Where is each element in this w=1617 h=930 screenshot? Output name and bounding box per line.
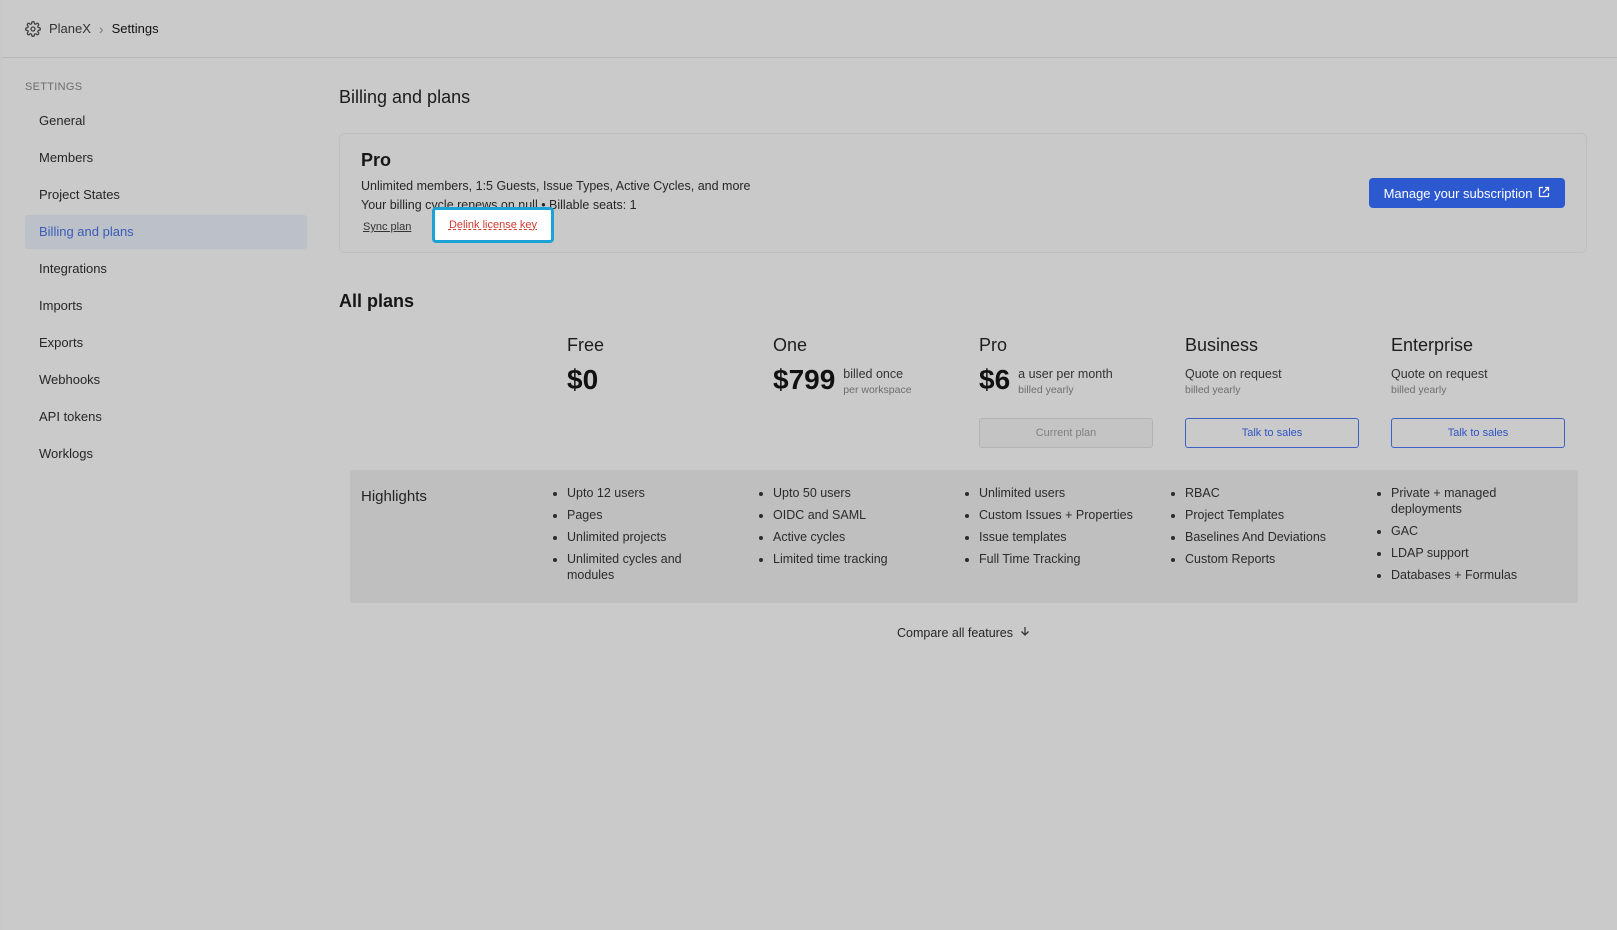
plans-grid: Free $0 One $799 billed once per workspa…	[339, 335, 1589, 465]
plan-price-note: billed once	[843, 367, 904, 381]
top-bar: PlaneX › Settings	[2, 0, 1617, 58]
sidebar-section-label: SETTINGS	[25, 81, 83, 93]
compare-all-features-label: Compare all features	[896, 625, 1014, 640]
sidebar-item-api-tokens[interactable]: API tokens	[25, 400, 307, 434]
list-item: Private + managed deployments	[1391, 485, 1555, 517]
list-item: Custom Reports	[1185, 551, 1349, 567]
sidebar-item-webhooks[interactable]: Webhooks	[25, 363, 307, 397]
list-item: Limited time tracking	[773, 551, 937, 567]
plan-quote: Quote on request	[1185, 367, 1282, 381]
sync-plan-link[interactable]: Sync plan	[363, 221, 411, 233]
list-item: Databases + Formulas	[1391, 567, 1555, 583]
list-item: Full Time Tracking	[979, 551, 1143, 567]
delink-license-key-label: Delink license key	[448, 219, 538, 231]
manage-subscription-button[interactable]: Manage your subscription	[1369, 178, 1565, 208]
plan-enterprise: Enterprise Quote on request billed yearl…	[1391, 335, 1565, 448]
list-item: Unlimited cycles and modules	[567, 551, 731, 583]
app-window: PlaneX › Settings SETTINGS General Membe…	[2, 0, 1617, 930]
plan-name: Business	[1185, 335, 1259, 355]
sidebar-item-worklogs[interactable]: Worklogs	[25, 437, 307, 471]
sidebar-item-exports[interactable]: Exports	[25, 326, 307, 360]
list-item: OIDC and SAML	[773, 507, 937, 523]
list-item: Baselines And Deviations	[1185, 529, 1349, 545]
plan-name: Enterprise	[1391, 335, 1474, 355]
current-plan-button[interactable]: Current plan	[979, 418, 1153, 448]
sidebar-item-integrations[interactable]: Integrations	[25, 252, 307, 286]
highlights-list-pro: Unlimited users Custom Issues + Properti…	[963, 485, 1143, 573]
plan-price: $799	[773, 364, 836, 395]
external-link-icon	[1538, 186, 1550, 201]
all-plans-title: All plans	[339, 291, 415, 311]
highlights-list-enterprise: Private + managed deployments GAC LDAP s…	[1375, 485, 1555, 589]
plan-price-subnote: per workspace	[843, 384, 912, 396]
highlights-list-free: Upto 12 users Pages Unlimited projects U…	[551, 485, 731, 589]
delink-license-key-button[interactable]: Delink license key	[432, 207, 554, 243]
list-item: LDAP support	[1391, 545, 1555, 561]
breadcrumb-page: Settings	[111, 21, 159, 36]
main-content: Billing and plans Pro Unlimited members,…	[339, 80, 1589, 640]
list-item: Unlimited projects	[567, 529, 731, 545]
sidebar-item-members[interactable]: Members	[25, 141, 307, 175]
compare-all-features-button[interactable]: Compare all features	[339, 625, 1589, 640]
manage-subscription-label: Manage your subscription	[1383, 185, 1533, 201]
sidebar-item-imports[interactable]: Imports	[25, 289, 307, 323]
breadcrumb-workspace[interactable]: PlaneX	[49, 21, 91, 36]
list-item: Pages	[567, 507, 731, 523]
plan-name: Pro	[979, 335, 1008, 355]
plan-one: One $799 billed once per workspace	[773, 335, 947, 396]
talk-to-sales-button[interactable]: Talk to sales	[1185, 418, 1359, 448]
current-plan-name: Pro	[361, 150, 392, 170]
highlights-list-one: Upto 50 users OIDC and SAML Active cycle…	[757, 485, 937, 573]
plan-business: Business Quote on request billed yearly …	[1185, 335, 1359, 448]
list-item: Custom Issues + Properties	[979, 507, 1143, 523]
settings-sidebar: SETTINGS General Members Project States …	[25, 80, 307, 474]
plan-price-subnote: billed yearly	[1018, 384, 1074, 396]
plan-pro: Pro $6 a user per month billed yearly Cu…	[979, 335, 1153, 448]
arrow-down-icon	[1019, 625, 1031, 640]
page-title: Billing and plans	[339, 87, 471, 107]
list-item: Issue templates	[979, 529, 1143, 545]
plan-quote-subnote: billed yearly	[1185, 384, 1241, 396]
plan-price: $6	[979, 364, 1011, 395]
list-item: Upto 50 users	[773, 485, 937, 501]
plan-free: Free $0	[567, 335, 741, 396]
gear-icon	[25, 20, 41, 37]
plan-name: One	[773, 335, 808, 355]
plan-name: Free	[567, 335, 605, 355]
plan-price-note: a user per month	[1018, 367, 1113, 381]
sidebar-item-general[interactable]: General	[25, 104, 307, 138]
list-item: Active cycles	[773, 529, 937, 545]
plan-price: $0	[567, 364, 599, 395]
sidebar-item-billing[interactable]: Billing and plans	[25, 215, 307, 249]
current-plan-card: Pro Unlimited members, 1:5 Guests, Issue…	[339, 133, 1587, 253]
list-item: Unlimited users	[979, 485, 1143, 501]
highlights-list-business: RBAC Project Templates Baselines And Dev…	[1169, 485, 1349, 573]
plan-quote: Quote on request	[1391, 367, 1488, 381]
chevron-right-icon: ›	[98, 20, 104, 37]
list-item: GAC	[1391, 523, 1555, 539]
highlights-panel: Highlights Upto 12 users Pages Unlimited…	[350, 470, 1578, 603]
current-plan-description: Unlimited members, 1:5 Guests, Issue Typ…	[361, 179, 751, 193]
talk-to-sales-button[interactable]: Talk to sales	[1391, 418, 1565, 448]
plan-quote-subnote: billed yearly	[1391, 384, 1447, 396]
list-item: Project Templates	[1185, 507, 1349, 523]
list-item: Upto 12 users	[567, 485, 731, 501]
highlights-label: Highlights	[361, 488, 427, 505]
list-item: RBAC	[1185, 485, 1349, 501]
sidebar-item-project-states[interactable]: Project States	[25, 178, 307, 212]
